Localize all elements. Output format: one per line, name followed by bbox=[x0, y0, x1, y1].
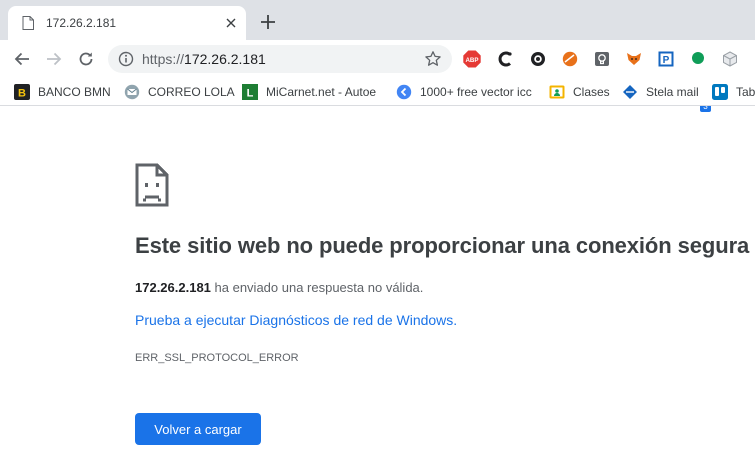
bookmark-vector-icons[interactable]: 1000+ free vector icc bbox=[396, 83, 532, 101]
bookmark-correo-lola[interactable]: CORREO LOLA bbox=[124, 83, 235, 101]
micarnet-icon: L bbox=[242, 84, 258, 100]
tab-title: 172.26.2.181 bbox=[46, 16, 117, 30]
url-host: 172.26.2.181 bbox=[184, 51, 266, 67]
svg-text:P: P bbox=[663, 55, 670, 66]
error-code: ERR_SSL_PROTOCOL_ERROR bbox=[135, 352, 299, 364]
url-scheme: https:// bbox=[142, 51, 185, 67]
address-bar[interactable]: https://172.26.2.181 bbox=[108, 45, 452, 73]
tab-strip: 172.26.2.181 bbox=[0, 0, 755, 40]
vector-icons-icon bbox=[396, 84, 412, 100]
bookmark-label: CORREO LOLA bbox=[148, 85, 235, 99]
banco-bmn-icon: B bbox=[14, 84, 30, 100]
bookmark-label: BANCO BMN bbox=[38, 85, 111, 99]
svg-text:L: L bbox=[247, 88, 254, 100]
reload-button[interactable]: Volver a cargar bbox=[135, 413, 261, 445]
bookmark-banco-bmn[interactable]: B BANCO BMN bbox=[14, 83, 111, 101]
extension-orange-icon[interactable] bbox=[561, 50, 579, 68]
svg-text:ABP: ABP bbox=[465, 57, 478, 64]
bookmark-label: Stela mail bbox=[646, 85, 699, 99]
extension-circle-icon[interactable] bbox=[529, 50, 547, 68]
toolbar: https://172.26.2.181 ABP P 3 bbox=[0, 40, 755, 112]
svg-text:B: B bbox=[18, 88, 26, 100]
stela-mail-icon bbox=[622, 84, 638, 100]
network-diagnostics-link[interactable]: Prueba a ejecutar Diagnósticos de red de… bbox=[135, 312, 457, 328]
bookmark-label: MiCarnet.net - Autoe bbox=[266, 85, 377, 99]
error-host: 172.26.2.181 bbox=[135, 280, 211, 295]
extension-fox-icon[interactable] bbox=[625, 50, 643, 68]
star-icon[interactable] bbox=[424, 50, 442, 68]
page-title: Este sitio web no puede proporcionar una… bbox=[135, 233, 750, 258]
info-icon[interactable] bbox=[118, 51, 134, 67]
adblock-plus-icon[interactable]: ABP bbox=[463, 50, 481, 68]
reload-icon[interactable] bbox=[76, 49, 96, 69]
correo-icon bbox=[124, 84, 140, 100]
extension-green-dot-icon[interactable] bbox=[689, 50, 707, 68]
back-arrow-icon[interactable] bbox=[12, 49, 32, 69]
broken-page-icon bbox=[135, 163, 169, 207]
trello-icon bbox=[712, 84, 728, 100]
bookmark-label: Tab bbox=[736, 85, 755, 99]
bookmark-micarnet[interactable]: L MiCarnet.net - Autoe bbox=[242, 83, 379, 101]
bookmark-stela-mail[interactable]: Stela mail bbox=[622, 83, 699, 101]
forward-arrow-icon[interactable] bbox=[44, 49, 64, 69]
extension-cube-icon[interactable] bbox=[721, 50, 739, 68]
url-text[interactable]: https://172.26.2.181 bbox=[142, 51, 266, 67]
bookmark-label: Clases bbox=[573, 85, 610, 99]
page-icon bbox=[22, 16, 34, 30]
bookmark-label: 1000+ free vector icc bbox=[420, 85, 532, 99]
error-summary: 172.26.2.181 ha enviado una respuesta no… bbox=[135, 280, 423, 295]
error-summary-text: ha enviado una respuesta no válida. bbox=[210, 280, 424, 295]
bookmark-trello[interactable]: Tab bbox=[712, 83, 755, 101]
tab-active[interactable]: 172.26.2.181 bbox=[8, 6, 246, 40]
extension-c-icon[interactable] bbox=[497, 50, 515, 68]
bookmark-clases[interactable]: Clases bbox=[549, 83, 610, 101]
extension-bulb-icon[interactable] bbox=[593, 50, 611, 68]
close-icon[interactable] bbox=[222, 14, 240, 32]
bookmarks-bar: B BANCO BMN CORREO LOLA L MiCarnet.net -… bbox=[0, 78, 755, 106]
new-tab-icon[interactable] bbox=[258, 12, 278, 32]
clases-icon bbox=[549, 84, 565, 100]
extension-p-icon[interactable]: P bbox=[657, 50, 675, 68]
